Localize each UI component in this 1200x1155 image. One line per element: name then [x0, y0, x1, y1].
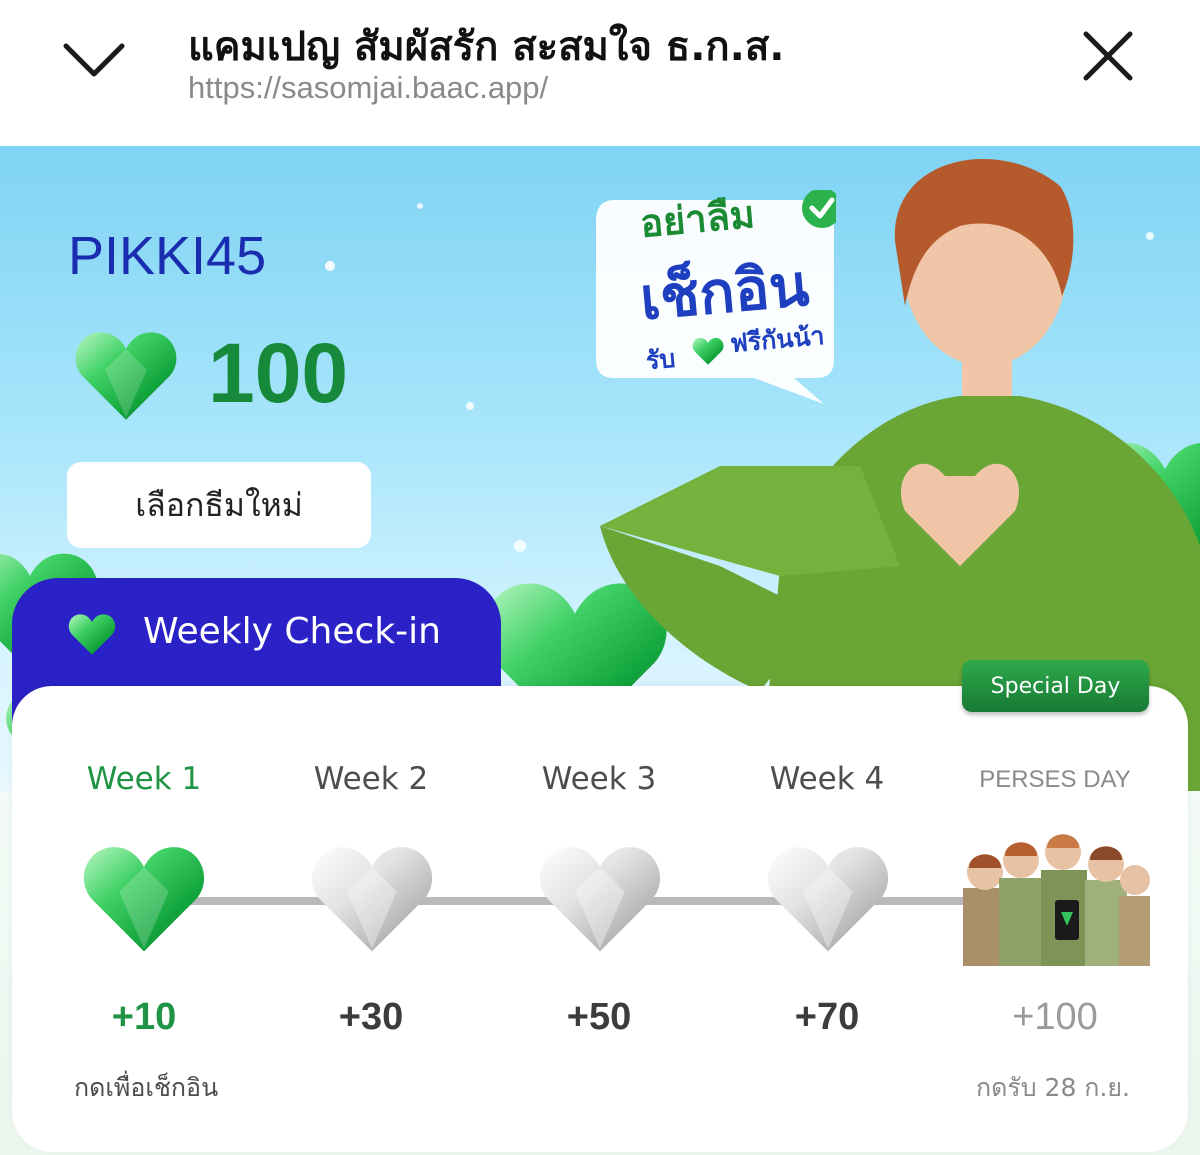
week-1-gem-icon[interactable]: [82, 842, 206, 954]
week-2-gem-icon: [310, 842, 434, 954]
week-1-points: +10: [111, 996, 177, 1038]
week-3-points: +50: [566, 996, 632, 1038]
choose-theme-button[interactable]: เลือกธีมใหม่: [67, 462, 371, 548]
page-title: แคมเปญ สัมผัสรัก สะสมใจ ธ.ก.ส.: [188, 24, 785, 70]
special-day-label: PERSES DAY: [979, 766, 1131, 793]
promo-line-3b: ฟรีกันน้า: [728, 320, 826, 359]
week-4-gem-icon: [766, 842, 890, 954]
promo-line-3a: รับ: [644, 343, 677, 376]
week-4-points: +70: [794, 996, 860, 1038]
week-3-label: Week 3: [541, 761, 657, 797]
username: PIKKI45: [68, 226, 267, 286]
gem-balance: 100: [208, 326, 349, 420]
special-day-badge: Special Day: [962, 660, 1149, 712]
week-2-label: Week 2: [313, 761, 429, 797]
page-url: https://sasomjai.baac.app/: [188, 70, 549, 105]
week-1-label: Week 1: [86, 761, 202, 797]
promo-gem-icon: [692, 336, 724, 366]
browser-header: แคมเปญ สัมผัสรัก สะสมใจ ธ.ก.ส. https://s…: [0, 0, 1200, 146]
green-heart-gem-icon: [68, 612, 116, 656]
checkin-button[interactable]: กดเพื่อเช็กอิน: [74, 1068, 218, 1108]
green-heart-gem-icon: [74, 328, 178, 422]
week-2-points: +30: [338, 996, 404, 1038]
special-day-group-photo: [963, 830, 1150, 966]
special-day-points: +100: [1012, 996, 1098, 1038]
close-icon[interactable]: [1078, 26, 1138, 86]
special-day-claim-date: กดรับ 28 ก.ย.: [975, 1073, 1130, 1102]
chevron-down-icon[interactable]: [62, 36, 126, 84]
weekly-checkin-title: Weekly Check-in: [143, 611, 441, 652]
week-3-gem-icon: [538, 842, 662, 954]
week-4-label: Week 4: [769, 761, 885, 797]
